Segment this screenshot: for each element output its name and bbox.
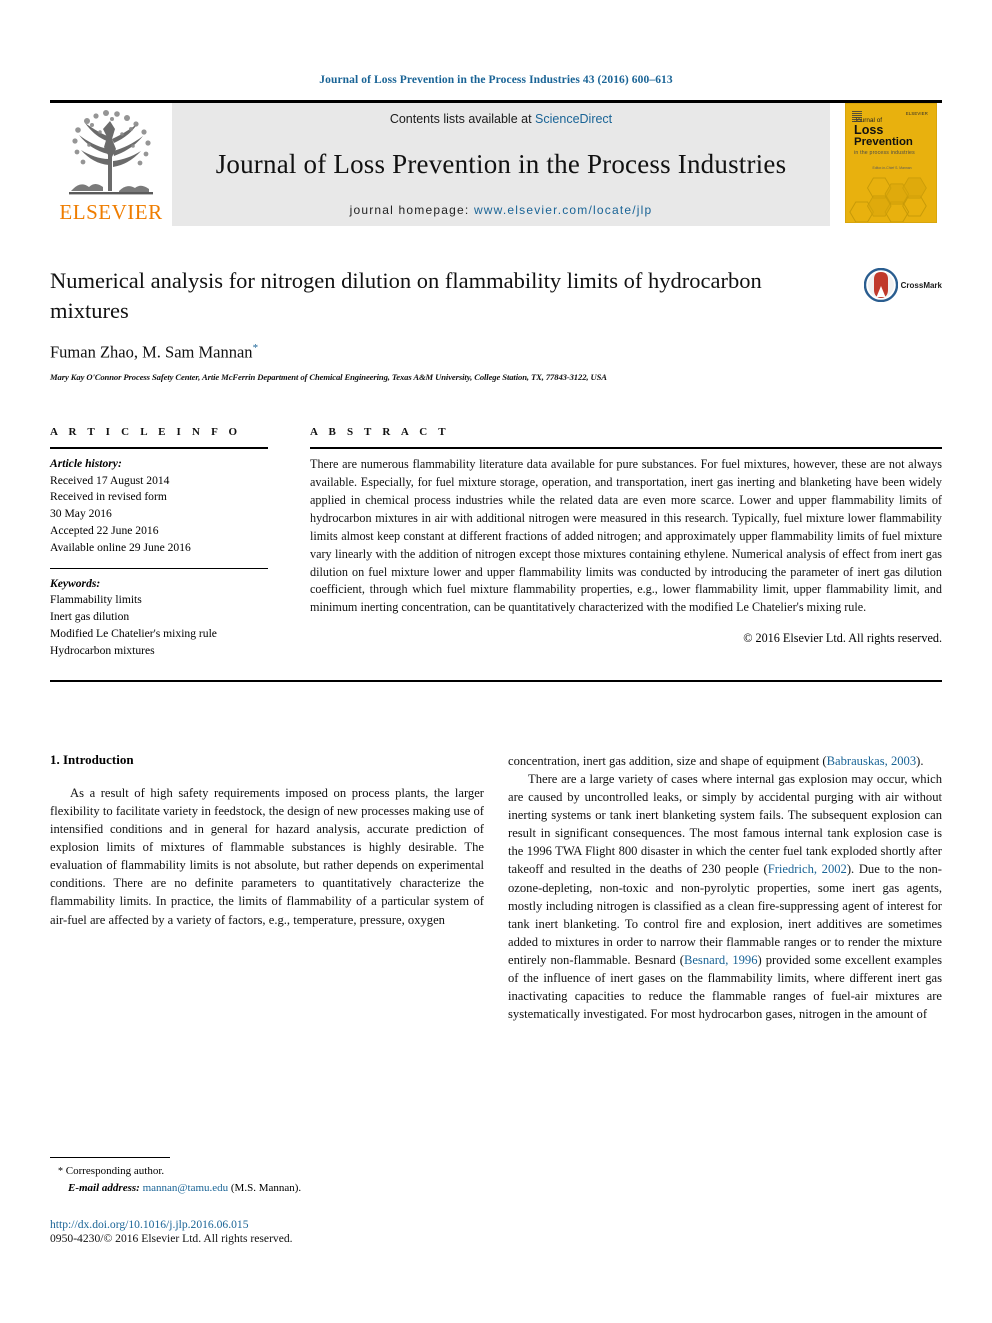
sciencedirect-link[interactable]: ScienceDirect bbox=[535, 112, 612, 126]
article-info-heading: A R T I C L E I N F O bbox=[50, 425, 242, 438]
history-item: Received in revised form bbox=[50, 490, 167, 504]
issn-copyright-line: 0950-4230/© 2016 Elsevier Ltd. All right… bbox=[50, 1232, 293, 1245]
doi-link[interactable]: http://dx.doi.org/10.1016/j.jlp.2016.06.… bbox=[50, 1218, 480, 1231]
article-info-rule-top bbox=[50, 446, 268, 449]
elsevier-tree-icon bbox=[69, 110, 153, 195]
citation-babrauskas[interactable]: Babrauskas, 2003 bbox=[827, 754, 917, 768]
corresponding-author-text: Corresponding author. bbox=[65, 1165, 165, 1177]
abstract-rule-top bbox=[310, 446, 942, 449]
paper-page: Journal of Loss Prevention in the Proces… bbox=[0, 0, 992, 1323]
history-item: Available online 29 June 2016 bbox=[50, 540, 191, 554]
abstract-column: A B S T R A C T There are numerous flamm… bbox=[310, 426, 942, 660]
keyword-item: Inert gas dilution bbox=[50, 610, 130, 624]
running-head: Journal of Loss Prevention in the Proces… bbox=[319, 74, 673, 86]
page-footer: http://dx.doi.org/10.1016/j.jlp.2016.06.… bbox=[50, 1218, 480, 1245]
citation-besnard[interactable]: Besnard, 1996 bbox=[684, 953, 758, 967]
section-heading-introduction: 1. Introduction bbox=[50, 751, 134, 767]
email-note: E-mail address: mannan@tamu.edu (M.S. Ma… bbox=[50, 1180, 470, 1197]
footnote-asterisk: * bbox=[58, 1166, 63, 1177]
abstract-heading: A B S T R A C T bbox=[310, 425, 450, 438]
journal-masthead: ELSEVIER Contents lists available at Sci… bbox=[50, 100, 942, 226]
cover-line-subtitle: in the process industries bbox=[854, 149, 915, 156]
citation-friedrich[interactable]: Friedrich, 2002 bbox=[768, 862, 847, 876]
elsevier-logo: ELSEVIER bbox=[50, 103, 172, 226]
body-column-left: 1. Introduction As a result of high safe… bbox=[50, 752, 484, 1024]
history-item: 30 May 2016 bbox=[50, 507, 112, 521]
contents-prefix: Contents lists available at bbox=[389, 112, 532, 126]
info-abstract-region: A R T I C L E I N F O Article history: R… bbox=[50, 426, 942, 660]
abstract-body: There are numerous flammability literatu… bbox=[310, 456, 942, 615]
email-label: E-mail address: bbox=[68, 1181, 140, 1194]
email-link[interactable]: mannan@tamu.edu bbox=[143, 1182, 229, 1194]
article-info-rule-mid bbox=[50, 567, 268, 569]
article-info-column: A R T I C L E I N F O Article history: R… bbox=[50, 426, 268, 660]
continuation-text-a: concentration, inert gas addition, size … bbox=[508, 753, 827, 768]
footnote-rule bbox=[50, 1157, 170, 1158]
keyword-item: Modified Le Chatelier's mixing rule bbox=[50, 627, 217, 641]
journal-cover-thumbnail: ELSEVIER Journal of Loss Prevention in t… bbox=[830, 103, 942, 226]
body-columns: 1. Introduction As a result of high safe… bbox=[50, 752, 942, 1024]
homepage-label: journal homepage: bbox=[349, 203, 470, 217]
homepage-url-link[interactable]: www.elsevier.com/locate/jlp bbox=[474, 203, 652, 217]
author-names: Fuman Zhao, M. Sam Mannan bbox=[50, 342, 253, 362]
author-list: Fuman Zhao, M. Sam Mannan* bbox=[50, 342, 840, 363]
keywords-label: Keywords: bbox=[50, 576, 101, 590]
cover-line-prevention: Prevention bbox=[854, 136, 913, 149]
right-text-1: There are a large variety of cases where… bbox=[508, 771, 942, 877]
right-text-2: ). Due to the non-ozone-depleting, non-t… bbox=[508, 862, 942, 968]
journal-homepage-line: journal homepage: www.elsevier.com/locat… bbox=[350, 203, 653, 217]
footnote-block: * Corresponding author. E-mail address: … bbox=[50, 1157, 470, 1196]
intro-paragraph-right-continued: concentration, inert gas addition, size … bbox=[508, 752, 942, 770]
keyword-item: Flammability limits bbox=[50, 593, 142, 607]
crossmark-badge[interactable]: CrossMark bbox=[863, 268, 942, 302]
title-text-wrap: Numerical analysis for nitrogen dilution… bbox=[50, 266, 840, 382]
crossmark-icon bbox=[863, 268, 898, 302]
cover-editor-note: Editor-in-Chief S. Mannan bbox=[872, 165, 912, 170]
history-item: Received 17 August 2014 bbox=[50, 473, 170, 487]
title-block: Numerical analysis for nitrogen dilution… bbox=[50, 266, 942, 382]
crossmark-label: CrossMark bbox=[900, 280, 942, 290]
body-column-right: concentration, inert gas addition, size … bbox=[508, 752, 942, 1024]
continuation-text-b: ). bbox=[916, 753, 924, 768]
page-title: Numerical analysis for nitrogen dilution… bbox=[50, 268, 762, 323]
contents-available-line: Contents lists available at ScienceDirec… bbox=[390, 112, 612, 126]
article-history-label: Article history: bbox=[50, 456, 122, 470]
intro-paragraph-right-second: There are a large variety of cases where… bbox=[508, 770, 942, 1024]
cover-brand: ELSEVIER bbox=[905, 111, 928, 116]
history-item: Accepted 22 June 2016 bbox=[50, 524, 159, 538]
abstract-copyright: © 2016 Elsevier Ltd. All rights reserved… bbox=[743, 631, 942, 646]
keyword-item: Hydrocarbon mixtures bbox=[50, 643, 155, 657]
corresponding-author-note: * Corresponding author. bbox=[50, 1163, 470, 1180]
cover-image: ELSEVIER Journal of Loss Prevention in t… bbox=[845, 103, 937, 223]
intro-paragraph-left: As a result of high safety requirements … bbox=[50, 785, 484, 927]
masthead-center: Contents lists available at ScienceDirec… bbox=[172, 103, 830, 226]
affiliation: Mary Kay O'Connor Process Safety Center,… bbox=[50, 371, 607, 382]
corresponding-author-marker: * bbox=[252, 342, 259, 355]
abstract-rule-bottom bbox=[50, 679, 942, 682]
elsevier-wordmark: ELSEVIER bbox=[59, 200, 163, 224]
cover-elsevier-mark bbox=[852, 111, 862, 122]
email-suffix: (M.S. Mannan). bbox=[230, 1181, 302, 1194]
journal-title: Journal of Loss Prevention in the Proces… bbox=[215, 149, 787, 179]
